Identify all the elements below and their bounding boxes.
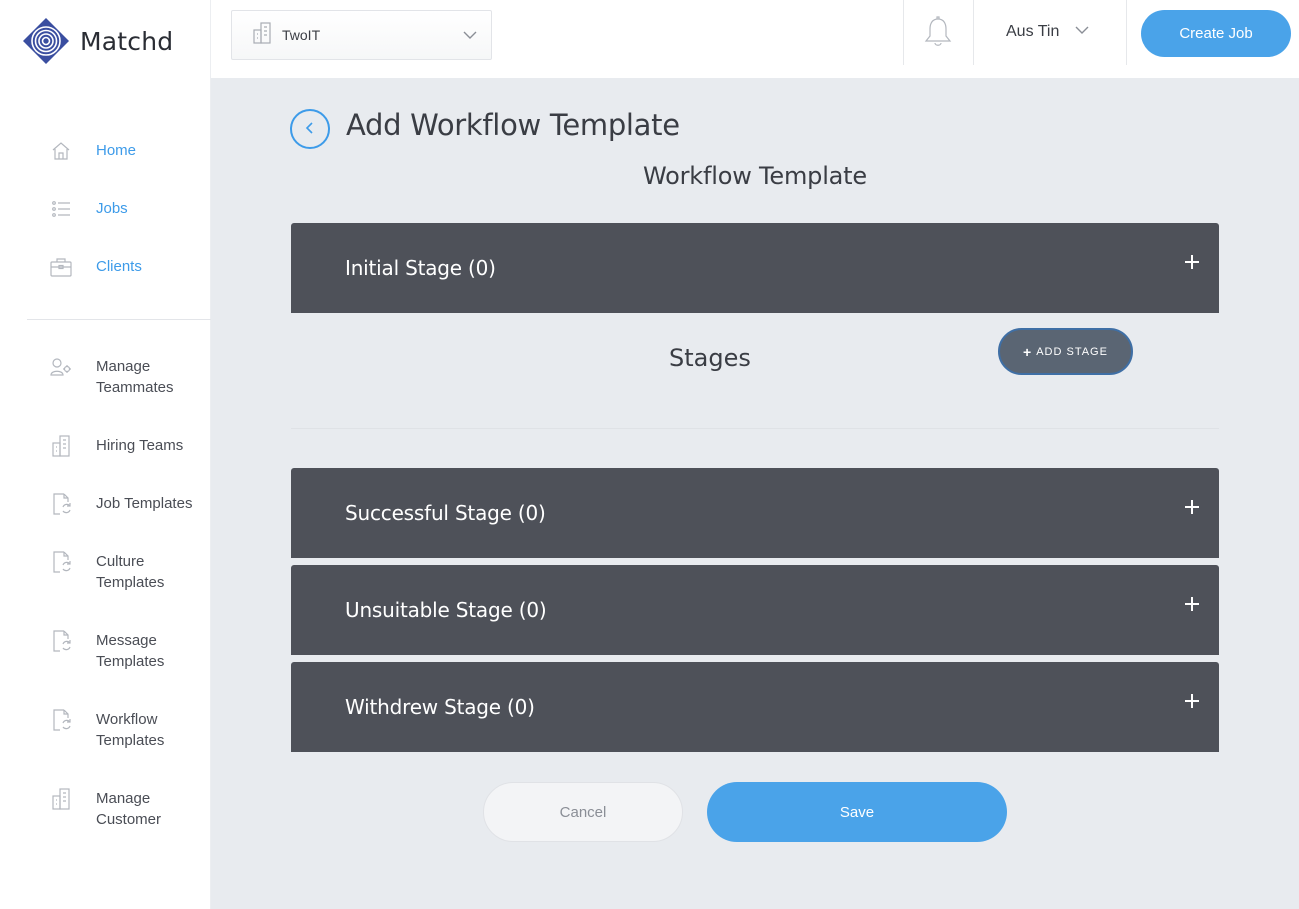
sidebar-item-hiring-teams[interactable]: Hiring Teams xyxy=(50,435,211,457)
logo-mark-icon xyxy=(22,17,70,65)
sidebar-item-culture-templates[interactable]: Culture Templates xyxy=(50,551,211,593)
logo[interactable]: Matchd xyxy=(22,17,173,65)
home-icon xyxy=(50,140,72,162)
sidebar: Matchd Home Jobs Clients Manage Teammate… xyxy=(0,0,211,909)
sidebar-item-label: Message Templates xyxy=(96,632,165,670)
company-select[interactable]: TwoIT xyxy=(231,10,492,60)
plus-icon[interactable] xyxy=(1183,253,1201,271)
building-icon xyxy=(252,21,272,49)
sidebar-item-manage-teammates[interactable]: Manage Teammates xyxy=(50,356,211,398)
topbar-divider xyxy=(973,0,974,65)
chevron-down-icon xyxy=(1075,23,1089,42)
cancel-button[interactable]: Cancel xyxy=(483,782,683,842)
stage-bar-label: Withdrew Stage (0) xyxy=(345,695,535,719)
stages-title: Stages xyxy=(669,344,751,372)
sidebar-divider xyxy=(27,319,211,320)
user-name: Aus Tin xyxy=(1006,23,1060,40)
user-menu[interactable]: Aus Tin xyxy=(1006,20,1089,44)
topbar-divider xyxy=(1126,0,1127,65)
main-content: Add Workflow Template Workflow Template … xyxy=(211,78,1299,909)
sidebar-item-label: Clients xyxy=(96,258,142,275)
save-button[interactable]: Save xyxy=(707,782,1007,842)
sidebar-item-workflow-templates[interactable]: Workflow Templates xyxy=(50,709,211,751)
file-refresh-icon xyxy=(50,551,72,573)
building-icon xyxy=(50,435,72,457)
sidebar-item-label: Workflow Templates xyxy=(96,711,165,749)
sidebar-item-label: Hiring Teams xyxy=(96,437,184,454)
stage-bar-unsuitable[interactable]: Unsuitable Stage (0) xyxy=(291,565,1219,655)
section-title: Workflow Template xyxy=(643,162,867,190)
sidebar-item-label: Jobs xyxy=(96,200,128,217)
sidebar-item-job-templates[interactable]: Job Templates xyxy=(50,493,211,515)
topbar: TwoIT Aus Tin Create Job xyxy=(211,0,1299,78)
sidebar-item-message-templates[interactable]: Message Templates xyxy=(50,630,211,672)
add-stage-button[interactable]: + ADD STAGE xyxy=(998,328,1133,375)
sidebar-item-label: Manage Customer xyxy=(96,790,162,828)
plus-icon[interactable] xyxy=(1183,595,1201,613)
file-refresh-icon xyxy=(50,630,72,652)
plus-icon: + xyxy=(1023,343,1033,360)
stages-panel: Stages + ADD STAGE xyxy=(291,313,1219,430)
company-select-value: TwoIT xyxy=(282,27,321,43)
logo-text: Matchd xyxy=(80,26,174,56)
topbar-divider xyxy=(903,0,904,65)
stage-bar-initial[interactable]: Initial Stage (0) xyxy=(291,223,1219,313)
stage-bar-withdrew[interactable]: Withdrew Stage (0) xyxy=(291,662,1219,752)
stages-divider xyxy=(291,428,1219,429)
building-icon xyxy=(50,788,72,810)
back-button[interactable] xyxy=(290,109,330,149)
list-icon xyxy=(50,198,72,220)
sidebar-item-label: Home xyxy=(96,142,137,159)
sidebar-item-label: Manage Teammates xyxy=(96,358,174,396)
chevron-left-icon xyxy=(303,121,317,138)
stage-bar-label: Unsuitable Stage (0) xyxy=(345,598,547,622)
briefcase-icon xyxy=(50,256,72,278)
stage-bar-label: Initial Stage (0) xyxy=(345,256,496,280)
file-refresh-icon xyxy=(50,493,72,515)
stage-bar-label: Successful Stage (0) xyxy=(345,501,546,525)
plus-icon[interactable] xyxy=(1183,692,1201,710)
create-job-button[interactable]: Create Job xyxy=(1141,10,1291,57)
sidebar-item-manage-customer[interactable]: Manage Customer xyxy=(50,788,211,830)
sidebar-item-home[interactable]: Home xyxy=(50,140,211,162)
bell-icon[interactable] xyxy=(923,16,953,48)
sidebar-item-jobs[interactable]: Jobs xyxy=(50,198,211,220)
sidebar-item-label: Culture Templates xyxy=(96,553,165,591)
plus-icon[interactable] xyxy=(1183,498,1201,516)
add-stage-label: ADD STAGE xyxy=(1036,345,1108,358)
user-gear-icon xyxy=(50,356,72,378)
chevron-down-icon xyxy=(463,28,477,47)
sidebar-item-label: Job Templates xyxy=(96,495,193,512)
sidebar-item-clients[interactable]: Clients xyxy=(50,256,211,278)
stage-bar-successful[interactable]: Successful Stage (0) xyxy=(291,468,1219,558)
file-refresh-icon xyxy=(50,709,72,731)
page-title: Add Workflow Template xyxy=(346,108,680,142)
